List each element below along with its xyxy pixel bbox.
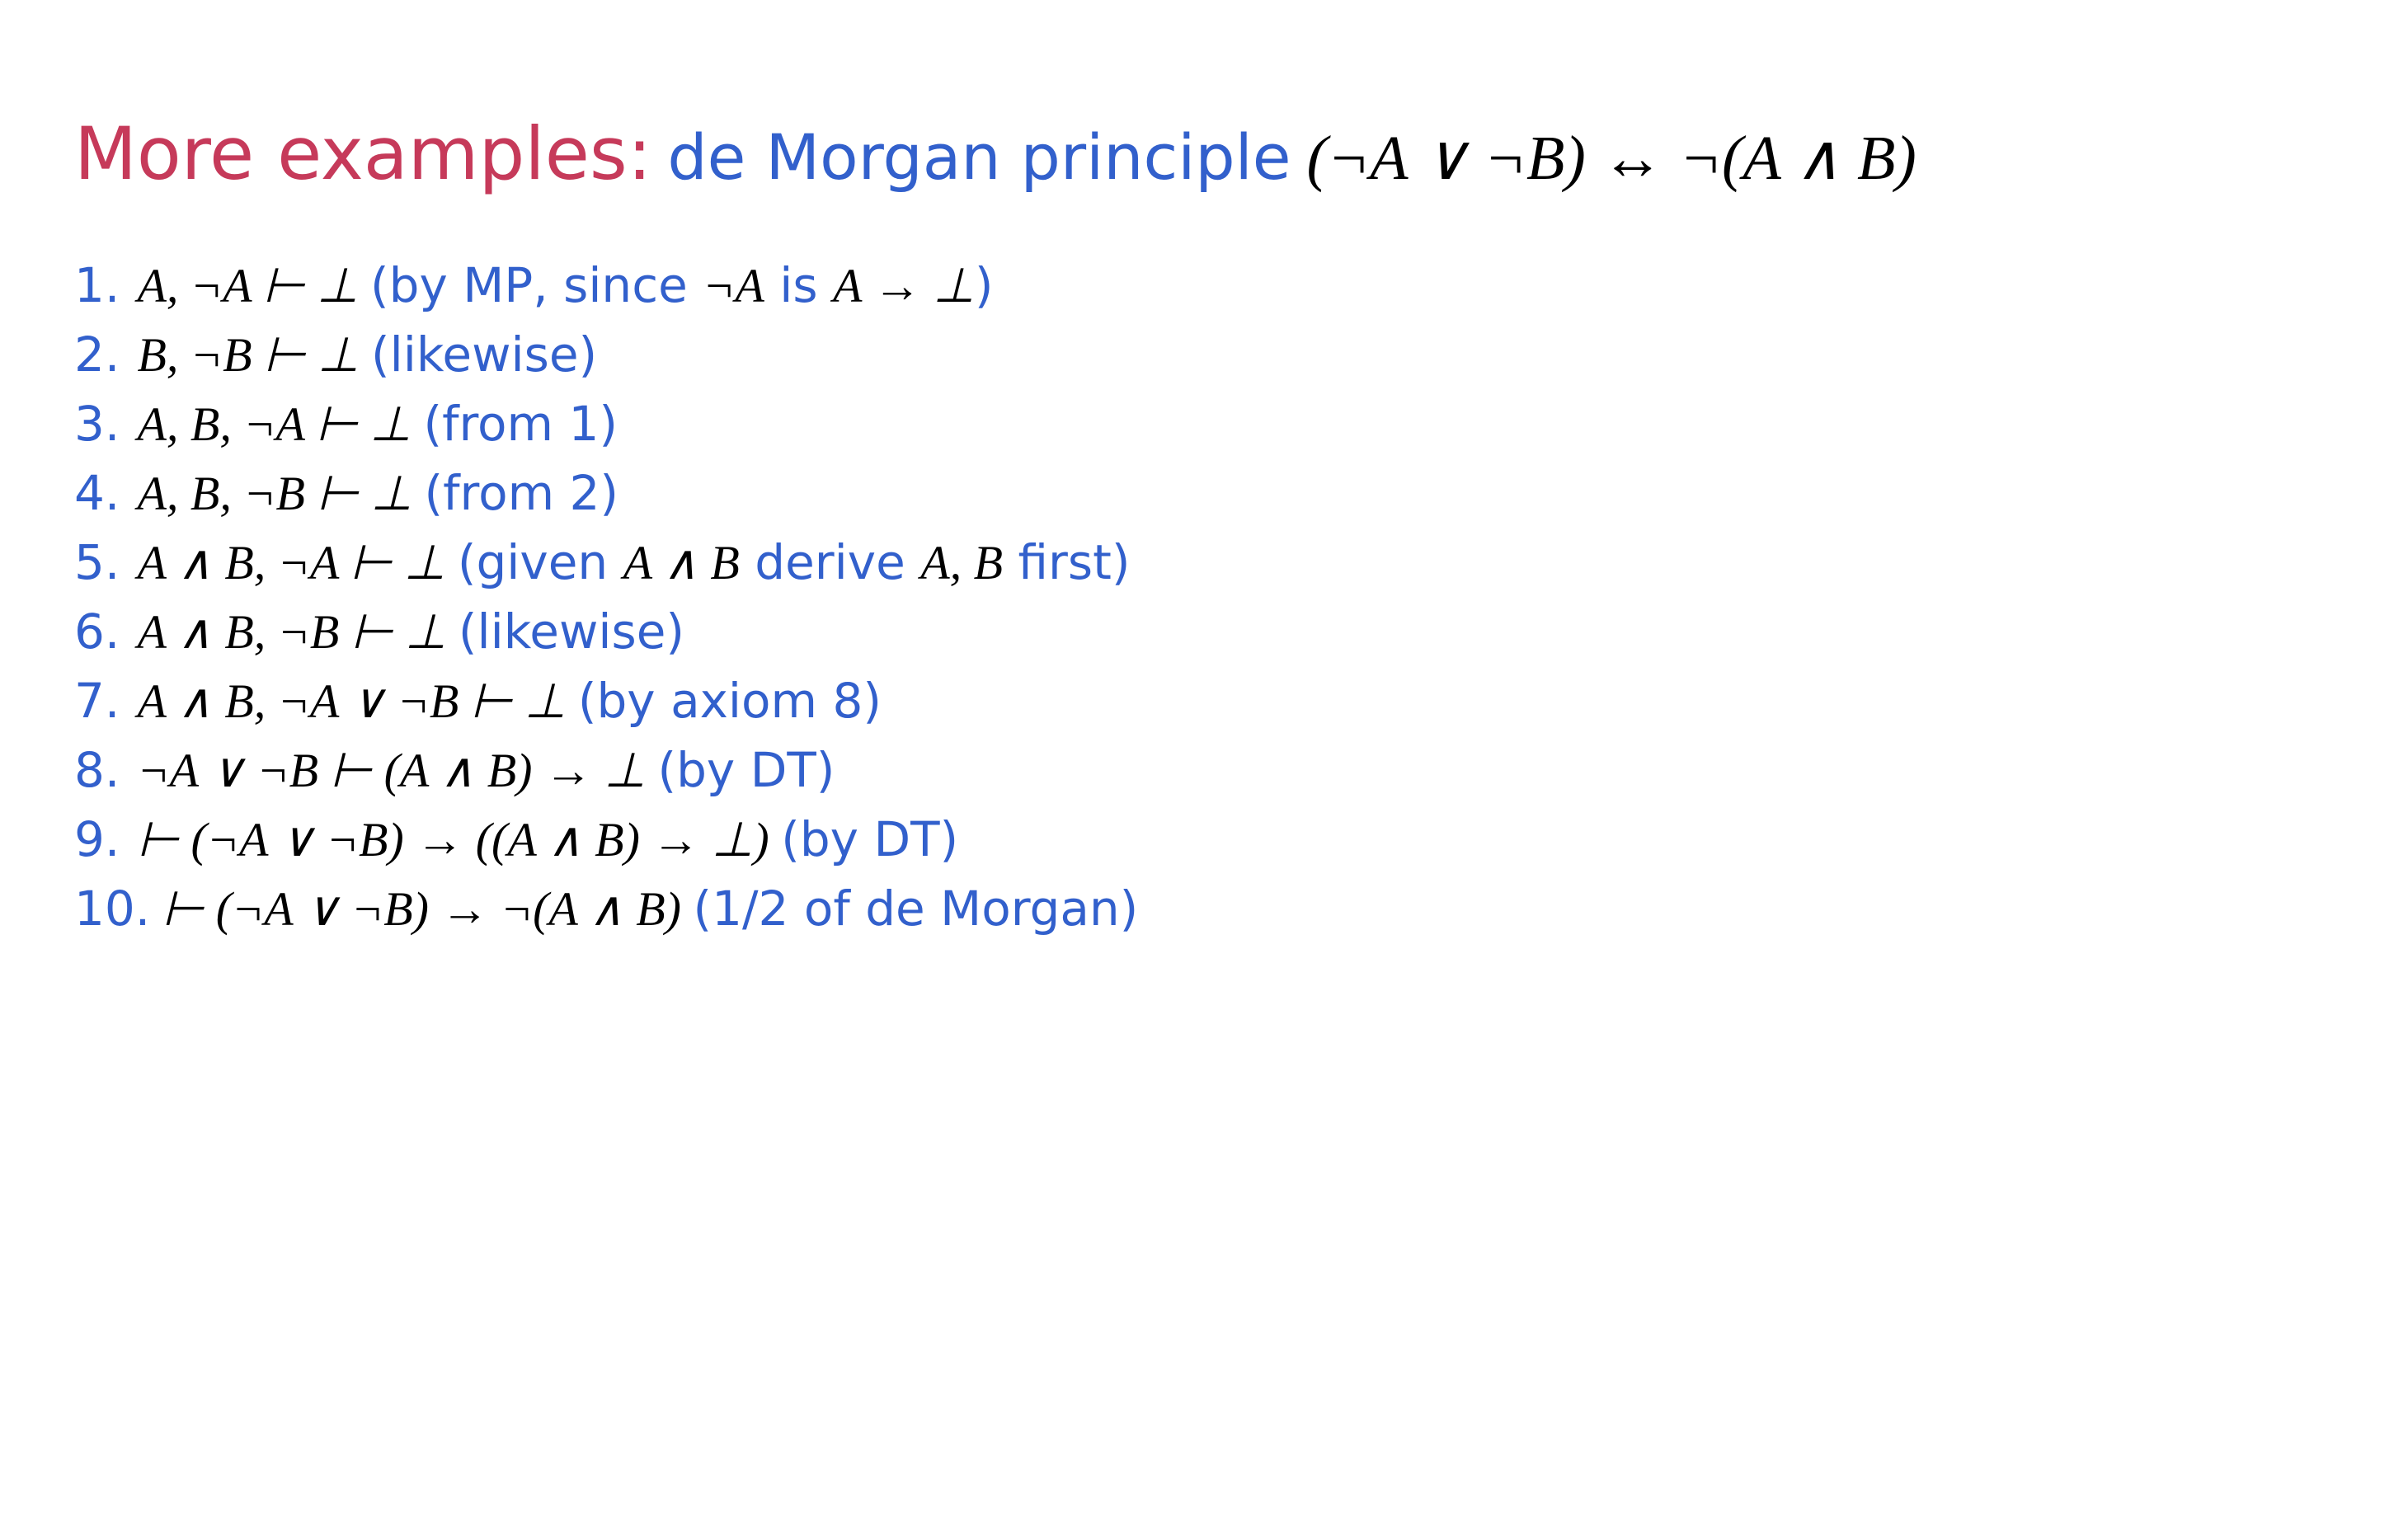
proof-line: 10. ⊢ (¬A ∨ ¬B) → ¬(A ∧ B) (1/2 of de Mo…	[74, 882, 2334, 937]
line-formula: A, B, ¬A ⊢ ⊥	[138, 397, 412, 451]
line-number: 6.	[74, 605, 125, 659]
reason-text: derive	[740, 534, 920, 590]
reason-formula: A ∧ B	[623, 536, 740, 589]
slide-content: More examples: de Morgan principle (¬A ∨…	[0, 0, 2408, 1059]
line-formula: A, ¬A ⊢ ⊥	[138, 259, 359, 312]
line-number: 7.	[74, 674, 125, 728]
line-number: 5.	[74, 536, 125, 589]
proof-line: 9. ⊢ (¬A ∨ ¬B) → ((A ∧ B) → ⊥) (by DT)	[74, 813, 2334, 867]
line-formula: A ∧ B, ¬A ⊢ ⊥	[138, 536, 446, 589]
reason-text: is	[764, 257, 833, 313]
proof-line: 3. A, B, ¬A ⊢ ⊥ (from 1)	[74, 397, 2334, 452]
line-justification: (by DT)	[657, 742, 835, 798]
proof-line: 2. B, ¬B ⊢ ⊥ (likewise)	[74, 328, 2334, 383]
line-number: 1.	[74, 259, 125, 312]
line-number: 3.	[74, 397, 125, 451]
line-formula: A ∧ B, ¬B ⊢ ⊥	[138, 605, 447, 659]
reason-formula: A, B	[920, 536, 1003, 589]
proof-steps: 1. A, ¬A ⊢ ⊥ (by MP, since ¬A is A → ⊥) 2…	[74, 259, 2334, 937]
line-number: 2.	[74, 328, 125, 382]
line-formula: A, B, ¬B ⊢ ⊥	[138, 467, 412, 520]
line-formula: ⊢ (¬A ∨ ¬B) → ¬(A ∧ B)	[162, 882, 681, 936]
proof-line: 4. A, B, ¬B ⊢ ⊥ (from 2)	[74, 467, 2334, 521]
proof-line: 5. A ∧ B, ¬A ⊢ ⊥ (given A ∧ B derive A, …	[74, 536, 2334, 590]
line-justification: (likewise)	[371, 326, 597, 383]
proof-line: 7. A ∧ B, ¬A ∨ ¬B ⊢ ⊥ (by axiom 8)	[74, 674, 2334, 729]
heading-lead: More examples:	[74, 111, 651, 196]
line-formula: B, ¬B ⊢ ⊥	[138, 328, 360, 382]
reason-formula: ¬A	[703, 259, 764, 312]
line-justification: (by axiom 8)	[578, 673, 882, 729]
reason-text: first)	[1003, 534, 1130, 590]
line-justification: (by MP, since ¬A is A → ⊥)	[370, 257, 994, 313]
line-justification: (likewise)	[459, 604, 684, 660]
heading-subtitle: de Morgan principle	[667, 120, 1291, 194]
line-number: 8.	[74, 744, 125, 797]
reason-formula: A → ⊥	[833, 259, 975, 312]
slide-heading: More examples: de Morgan principle (¬A ∨…	[74, 107, 2334, 201]
line-formula: A ∧ B, ¬A ∨ ¬B ⊢ ⊥	[138, 674, 567, 728]
reason-text: (by MP, since	[370, 257, 703, 313]
reason-text: (from 2)	[424, 465, 618, 521]
proof-line: 8. ¬A ∨ ¬B ⊢ (A ∧ B) → ⊥ (by DT)	[74, 744, 2334, 798]
proof-line: 1. A, ¬A ⊢ ⊥ (by MP, since ¬A is A → ⊥)	[74, 259, 2334, 313]
line-justification: (from 1)	[423, 396, 618, 452]
line-number: 10.	[74, 882, 150, 936]
reason-text: )	[975, 257, 994, 313]
reason-text: (by DT)	[781, 811, 958, 867]
line-justification: (given A ∧ B derive A, B first)	[458, 534, 1131, 590]
line-number: 4.	[74, 467, 125, 520]
reason-text: (by axiom 8)	[578, 673, 882, 729]
line-formula: ⊢ (¬A ∨ ¬B) → ((A ∧ B) → ⊥)	[138, 813, 769, 867]
line-number: 9.	[74, 813, 125, 867]
reason-text: (from 1)	[423, 396, 618, 452]
reason-text: (1/2 of de Morgan)	[693, 881, 1138, 937]
reason-text: (likewise)	[459, 604, 684, 660]
reason-text: (given	[458, 534, 623, 590]
proof-line: 6. A ∧ B, ¬B ⊢ ⊥ (likewise)	[74, 605, 2334, 660]
line-justification: (from 2)	[424, 465, 618, 521]
line-justification: (by DT)	[781, 811, 958, 867]
heading-formula: (¬A ∨ ¬B) ↔ ¬(A ∧ B)	[1306, 124, 1916, 193]
reason-text: (by DT)	[657, 742, 835, 798]
reason-text: (likewise)	[371, 326, 597, 383]
line-formula: ¬A ∨ ¬B ⊢ (A ∧ B) → ⊥	[138, 744, 646, 797]
line-justification: (1/2 of de Morgan)	[693, 881, 1138, 937]
